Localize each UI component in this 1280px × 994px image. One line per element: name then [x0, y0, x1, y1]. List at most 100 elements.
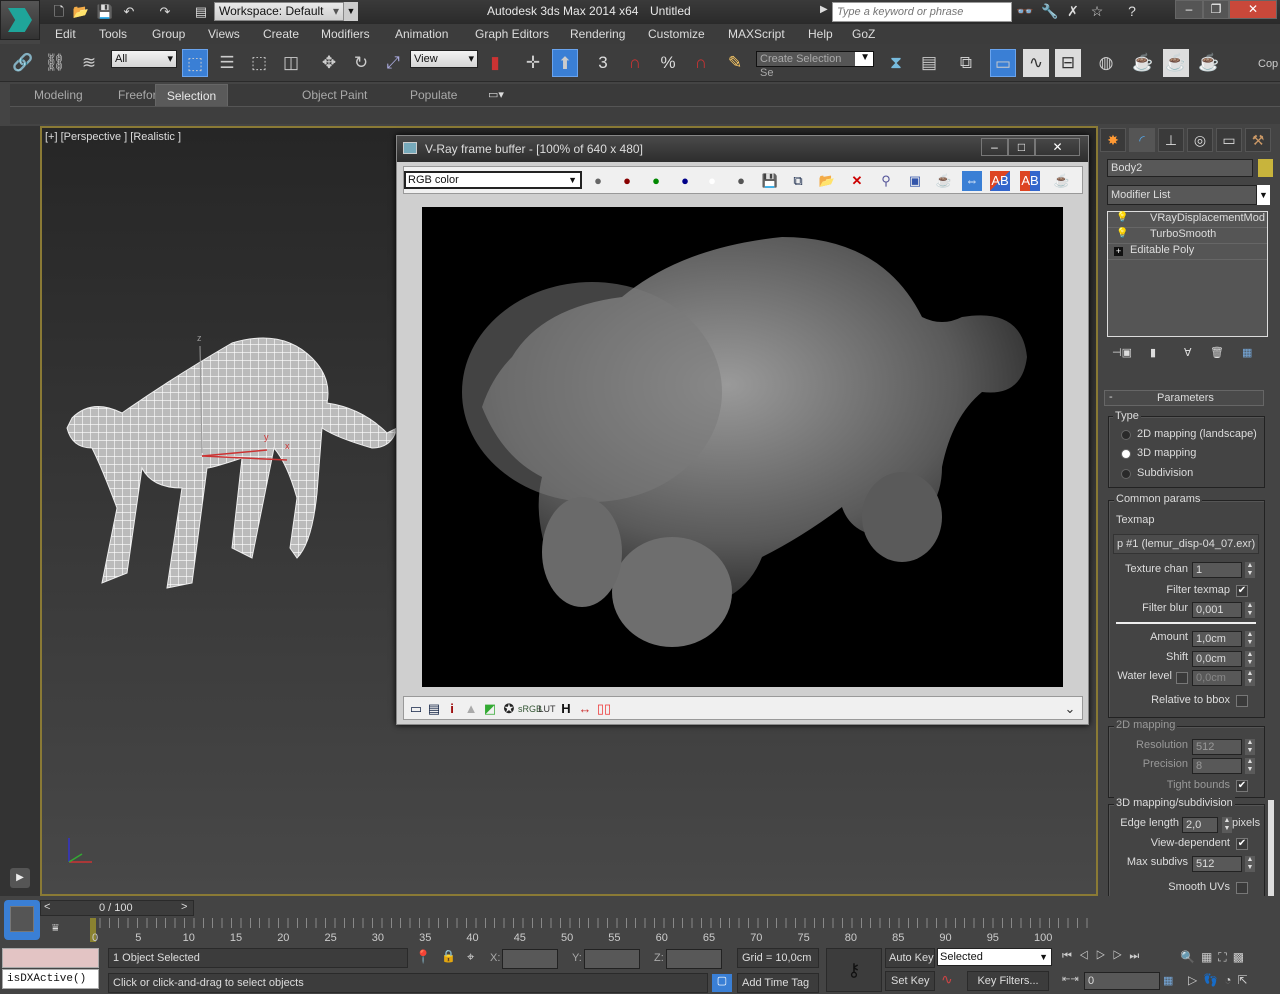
help-icon[interactable]: ?: [1122, 3, 1142, 21]
walk-through-icon[interactable]: 👣: [1203, 973, 1224, 987]
radio-2d-mapping[interactable]: [1121, 430, 1131, 440]
angle-snap-icon[interactable]: ∩: [622, 49, 648, 77]
red-channel-icon[interactable]: ●: [617, 171, 637, 191]
amount-field[interactable]: [1192, 631, 1242, 647]
zoom-all-icon[interactable]: ▦: [1201, 950, 1218, 964]
region-render-icon[interactable]: ▣: [905, 171, 925, 191]
quick-access-dropdown[interactable]: ▼: [344, 2, 358, 21]
water-level-spinner[interactable]: ▲ ▼: [1245, 670, 1255, 686]
mini-curve-editor-toggle[interactable]: [4, 900, 40, 940]
tight-bounds-2d-checkbox[interactable]: ✔: [1236, 780, 1248, 792]
lightbulb-icon[interactable]: 💡: [1116, 212, 1128, 223]
show-history-icon[interactable]: ▭: [406, 699, 426, 719]
blue-channel-icon[interactable]: ●: [675, 171, 695, 191]
alpha-channel-icon[interactable]: ●: [702, 171, 722, 191]
field-of-view-icon[interactable]: ▷: [1188, 973, 1203, 987]
select-object-icon[interactable]: ⬚: [182, 49, 208, 77]
absolute-mode-icon[interactable]: ⌖: [467, 949, 474, 965]
srgb-icon[interactable]: sRGB: [518, 699, 542, 719]
menu-goz[interactable]: GoZ: [852, 27, 875, 41]
select-and-link-icon[interactable]: 🔗: [10, 49, 36, 77]
maxscript-listener-input[interactable]: [2, 948, 99, 968]
pixel-aspect-icon[interactable]: ↔: [575, 699, 595, 719]
link-to-rendering-icon[interactable]: ⇔: [962, 171, 982, 191]
ribbon-options-icon[interactable]: ▭▾: [488, 88, 504, 101]
viewport-label[interactable]: [+] [Perspective ] [Realistic ]: [45, 131, 181, 143]
redo-icon[interactable]: ↷: [156, 4, 174, 20]
vfb-clear-icon[interactable]: ✕: [847, 171, 867, 191]
manipulate-icon[interactable]: ✛: [520, 49, 546, 77]
green-channel-icon[interactable]: ●: [646, 171, 666, 191]
play-viewport-icon[interactable]: ▶: [10, 868, 30, 888]
workspace-dropdown[interactable]: Workspace: Default: [214, 2, 344, 21]
vfb-save-icon[interactable]: 💾: [760, 171, 780, 191]
application-button[interactable]: [0, 0, 40, 40]
render-icon[interactable]: ☕: [1052, 171, 1072, 191]
configure-modifier-sets-icon[interactable]: ▦: [1242, 346, 1252, 359]
key-mode-toggle-icon[interactable]: ⇤⇥: [1062, 974, 1079, 985]
show-end-result-icon[interactable]: ▮: [1150, 346, 1156, 359]
object-color-swatch[interactable]: [1258, 159, 1273, 177]
maximize-viewport-icon[interactable]: ⇱: [1237, 973, 1253, 987]
x-coordinate-field[interactable]: [502, 949, 558, 969]
exposure-icon[interactable]: ✪: [499, 699, 519, 719]
window-crossing-icon[interactable]: ◫: [278, 49, 304, 77]
vfb-maximize-button[interactable]: □: [1008, 138, 1035, 156]
hierarchy-tab-icon[interactable]: ⊥: [1158, 128, 1184, 152]
open-file-icon[interactable]: 📂: [72, 4, 90, 20]
previous-frame-icon[interactable]: ◁: [1079, 950, 1096, 962]
water-level-field[interactable]: [1192, 670, 1242, 686]
snaps-toggle-icon[interactable]: 3: [590, 49, 616, 77]
align-icon[interactable]: ▤: [916, 49, 942, 77]
time-slider-prev[interactable]: <: [44, 901, 50, 913]
h-icon[interactable]: H: [556, 699, 576, 719]
set-keys-key-icon[interactable]: ⚷: [826, 948, 882, 992]
vfb-title-bar[interactable]: V-Ray frame buffer - [100% of 640 x 480]…: [397, 136, 1088, 162]
smooth-uvs-checkbox[interactable]: [1236, 882, 1248, 894]
menu-help[interactable]: Help: [808, 27, 833, 41]
key-mode-dropdown[interactable]: Selected ▼: [937, 948, 1052, 966]
rgb-channel-icon[interactable]: ●: [588, 171, 608, 191]
select-and-move-icon[interactable]: ✥: [316, 49, 342, 77]
vfb-minimize-button[interactable]: –: [981, 138, 1008, 156]
stack-item-editable-poly[interactable]: + Editable Poly: [1108, 244, 1267, 260]
zoom-extents-icon[interactable]: ⛶: [1218, 950, 1232, 964]
menu-create[interactable]: Create: [263, 27, 299, 41]
rectangular-selection-icon[interactable]: ⬚: [246, 49, 272, 77]
display-tab-icon[interactable]: ▭: [1216, 128, 1242, 152]
schematic-view-icon[interactable]: ⊟: [1055, 49, 1081, 77]
render-production-icon[interactable]: ☕: [1196, 49, 1222, 77]
keyboard-shortcut-override-icon[interactable]: ⬆: [552, 49, 578, 77]
water-level-checkbox[interactable]: [1176, 672, 1188, 684]
expand-icon[interactable]: ⌄: [1060, 699, 1080, 719]
isolate-selection-icon[interactable]: 📍: [415, 949, 431, 965]
vfb-save-all-icon[interactable]: ⧉: [788, 171, 808, 191]
next-frame-icon[interactable]: ▷: [1113, 950, 1130, 962]
resolution-spinner[interactable]: ▲ ▼: [1245, 739, 1255, 755]
track-bar-toggle-icon[interactable]: ⩸: [52, 922, 59, 935]
named-selection-dropdown[interactable]: Create Selection Se ▼: [756, 51, 874, 79]
zoom-icon[interactable]: 🔍: [1180, 950, 1201, 964]
spinner-snap-icon[interactable]: ∩: [688, 49, 714, 77]
binoculars-icon[interactable]: 👓: [1015, 3, 1035, 21]
tab-object-paint[interactable]: Object Paint: [290, 84, 379, 106]
curves-icon[interactable]: ◩: [480, 699, 500, 719]
menu-edit[interactable]: Edit: [55, 27, 76, 41]
filter-blur-field[interactable]: [1192, 602, 1242, 618]
tab-modeling[interactable]: Modeling: [22, 84, 95, 106]
edge-length-spinner[interactable]: ▲ ▼: [1222, 817, 1232, 833]
new-file-icon[interactable]: 🗋: [50, 4, 68, 20]
resolution-field[interactable]: [1192, 739, 1242, 755]
select-and-rotate-icon[interactable]: ↻: [348, 49, 374, 77]
precision-spinner[interactable]: ▲ ▼: [1245, 758, 1255, 774]
unlink-icon[interactable]: ⛓: [42, 49, 68, 77]
amount-spinner[interactable]: ▲ ▼: [1245, 631, 1255, 647]
minimize-button[interactable]: –: [1175, 0, 1203, 19]
layer-manager-icon[interactable]: ⧉: [953, 49, 979, 77]
menu-graph-editors[interactable]: Graph Editors: [475, 27, 549, 41]
texture-chan-spinner[interactable]: ▲ ▼: [1245, 562, 1255, 578]
maxscript-listener-output[interactable]: isDXActive(): [2, 969, 99, 989]
play-icon[interactable]: ▷: [1096, 950, 1113, 962]
search-input[interactable]: [832, 2, 1012, 22]
shift-field[interactable]: [1192, 651, 1242, 667]
